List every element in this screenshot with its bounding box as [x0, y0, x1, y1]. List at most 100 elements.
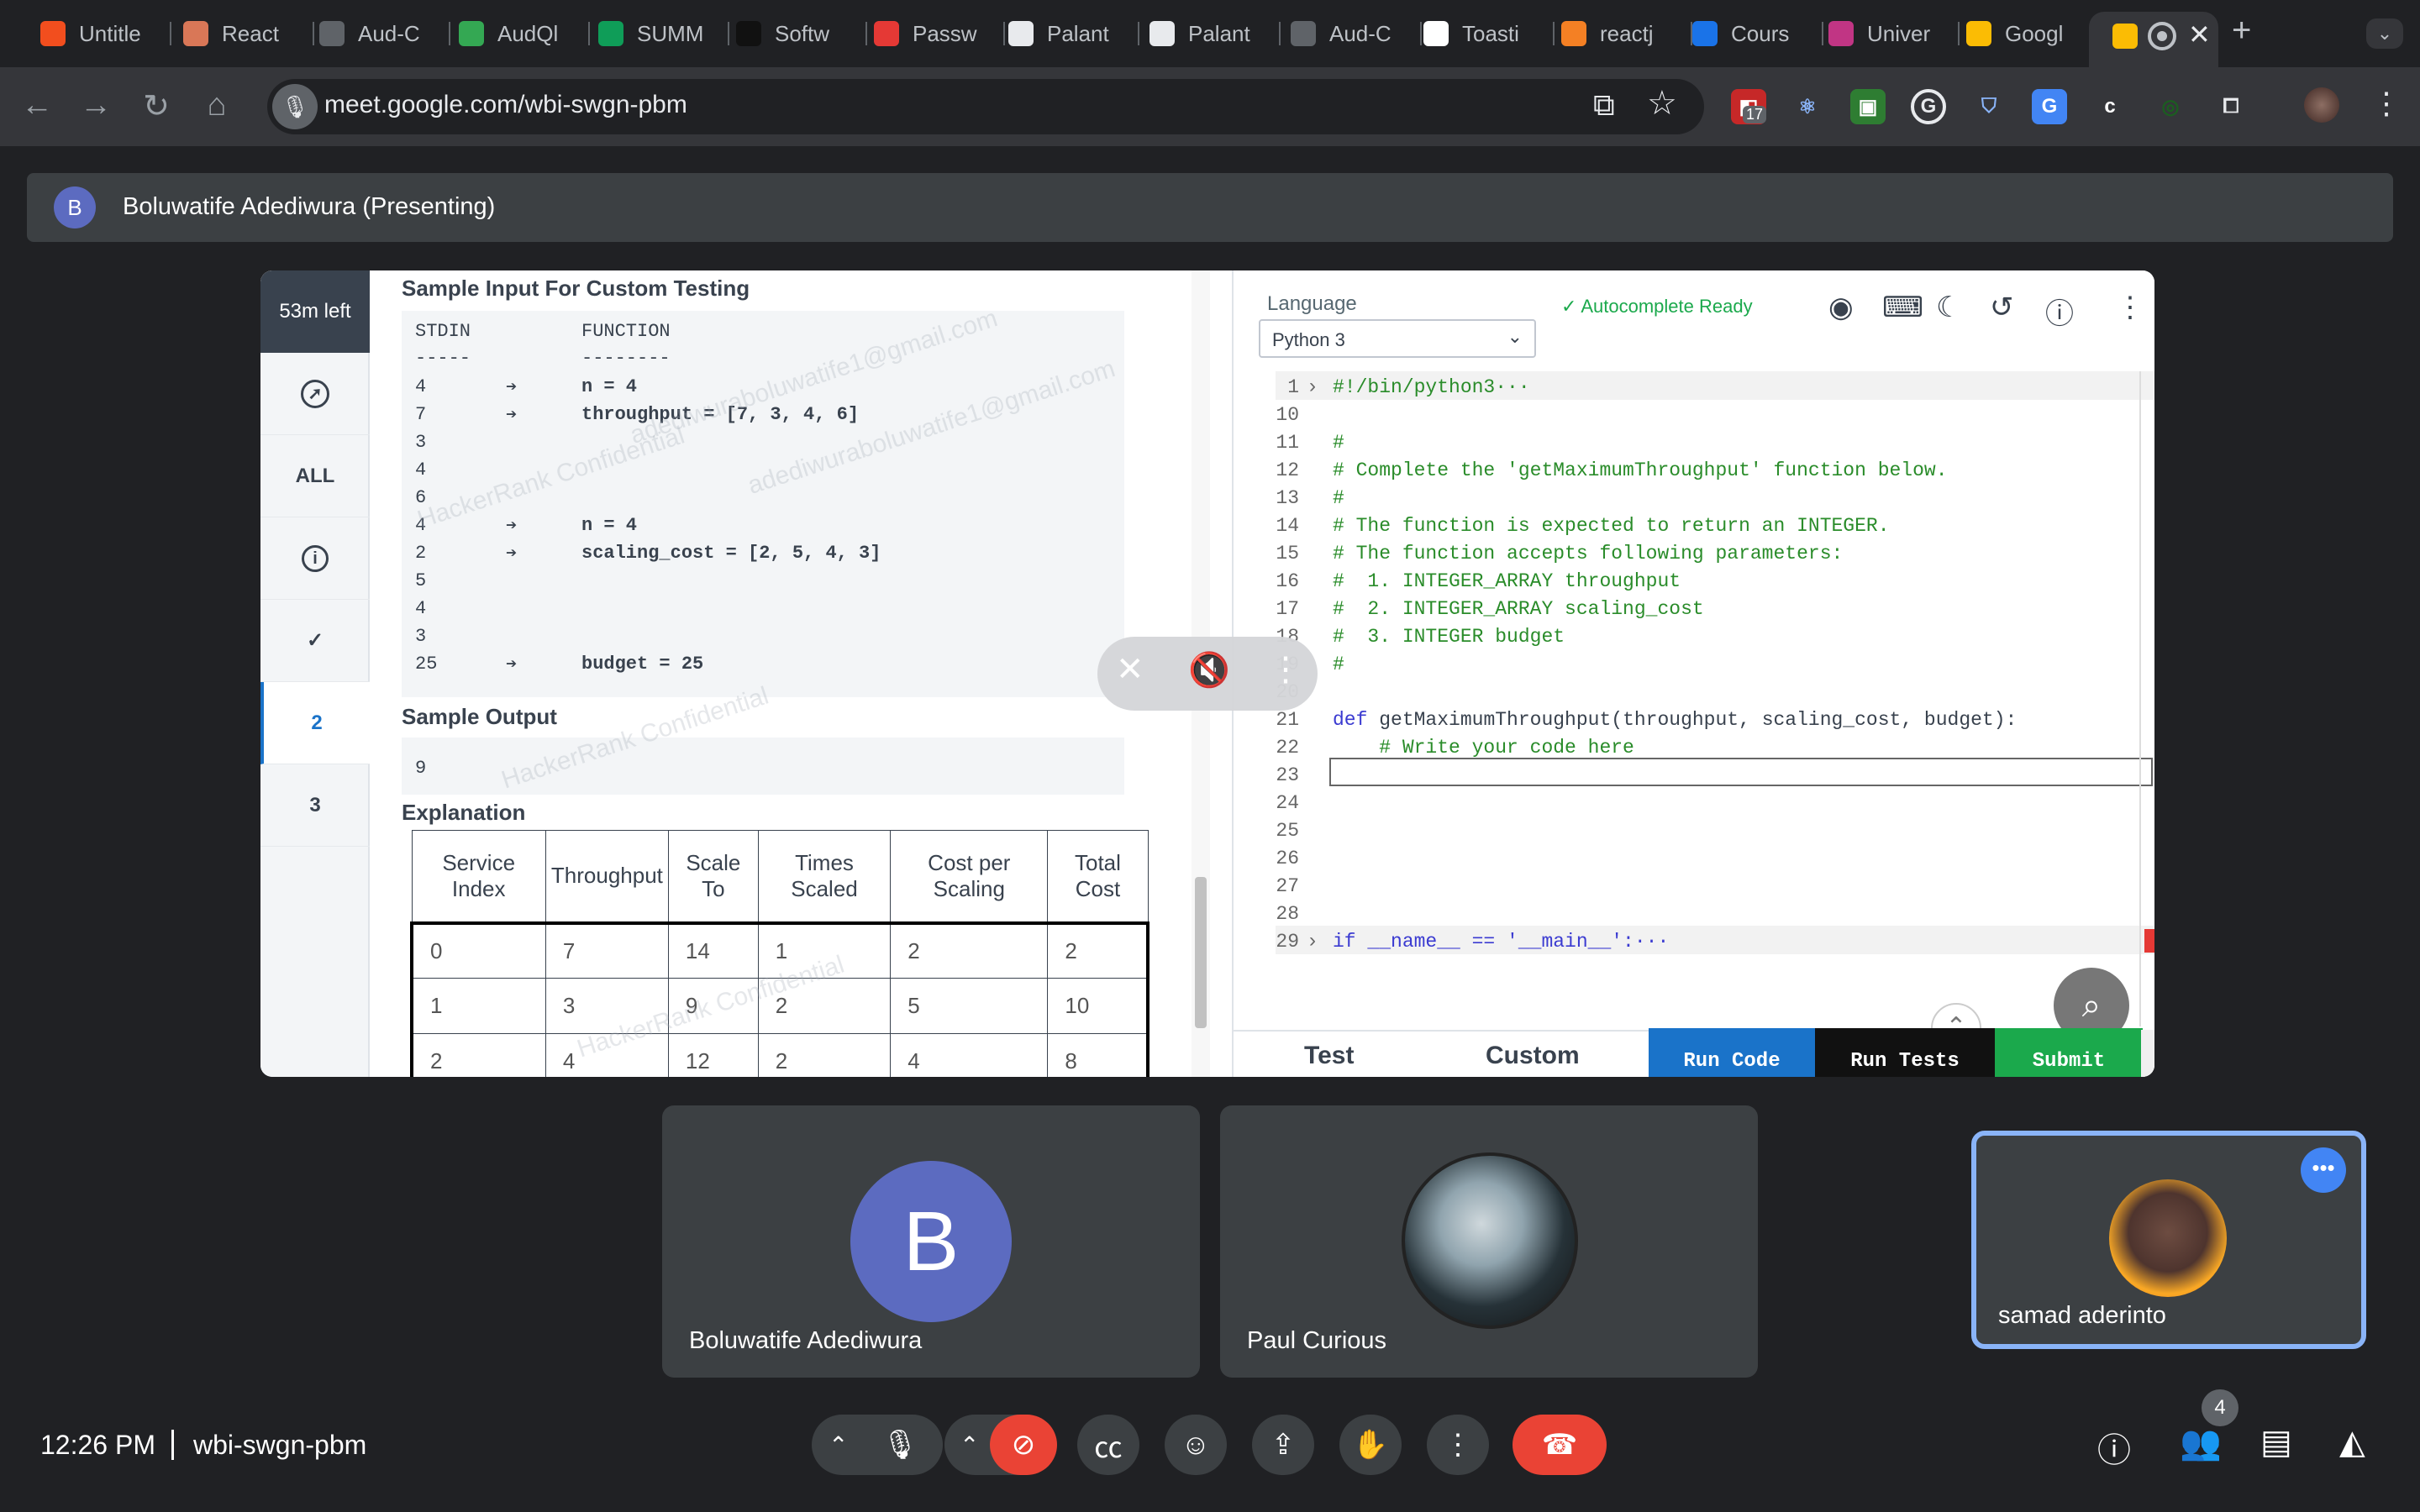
code-line[interactable]: # — [1333, 654, 1344, 675]
meeting-info-icon[interactable]: ⓘ — [2097, 1423, 2131, 1472]
fold-chevron-icon[interactable]: › — [1309, 929, 1316, 953]
active-line-cursor[interactable] — [1329, 758, 2153, 786]
eye-icon[interactable]: ◉ — [1828, 291, 1854, 324]
browser-tab[interactable]: Cours — [1692, 12, 1823, 55]
tab-custom[interactable]: Custom — [1486, 1042, 1580, 1070]
run-code-button[interactable]: Run Code — [1649, 1028, 1815, 1077]
browser-tab[interactable]: Untitle — [40, 12, 171, 55]
code-line[interactable]: # 3. INTEGER budget — [1333, 626, 1565, 648]
react-devtools-icon[interactable]: ⚛ — [1790, 89, 1825, 124]
reload-icon[interactable]: ↻ — [136, 87, 176, 125]
browser-tab[interactable]: Passw — [874, 12, 1005, 55]
hang-up-icon[interactable]: ☎ — [1512, 1415, 1607, 1475]
sidebar-item-all[interactable]: ALL — [260, 435, 370, 517]
line-number: 26 — [1276, 848, 1299, 869]
code-line[interactable]: # — [1333, 432, 1344, 454]
browser-menu-icon[interactable]: ⋮ — [2371, 86, 2402, 121]
captions-icon[interactable]: ㏄ — [1077, 1415, 1139, 1475]
browser-tab[interactable]: Palant — [1150, 12, 1281, 55]
browser-tab[interactable]: React — [183, 12, 314, 55]
more-options-icon[interactable]: ••• — [2301, 1147, 2346, 1193]
more-options-icon[interactable]: ⋮ — [2116, 291, 2144, 324]
browser-tab[interactable]: Aud-C — [1291, 12, 1422, 55]
extension-icon[interactable]: ◎ — [2153, 89, 2188, 124]
activities-icon[interactable]: ◭ — [2339, 1423, 2365, 1462]
browser-tab[interactable]: SUMM — [598, 12, 729, 55]
forward-icon[interactable]: → — [76, 87, 116, 123]
participant-avatar: B — [850, 1161, 1012, 1322]
tab-test[interactable]: Test — [1304, 1042, 1354, 1070]
code-line[interactable]: # 2. INTEGER_ARRAY scaling_cost — [1333, 598, 1704, 620]
code-line[interactable]: # 1. INTEGER_ARRAY throughput — [1333, 570, 1681, 592]
code-line[interactable]: #!/bin/python3··· — [1333, 376, 1530, 398]
code-line[interactable]: # The function is expected to return an … — [1333, 515, 1890, 537]
new-tab-button[interactable]: + — [2232, 12, 2251, 50]
extensions-puzzle-icon[interactable]: ⧠ — [2213, 89, 2249, 124]
browser-tab[interactable]: Softw — [736, 12, 867, 55]
browser-tab-label: Cours — [1731, 20, 1790, 46]
browser-tab[interactable]: Googl — [1966, 12, 2097, 55]
browser-tab[interactable]: Toasti — [1423, 12, 1555, 55]
code-line[interactable]: if __name__ == '__main__':··· — [1333, 931, 1669, 953]
function-line: n = 4 — [581, 515, 638, 536]
sidebar-item-2[interactable]: 2 — [260, 682, 370, 764]
more-options-icon[interactable]: ⋮ — [1427, 1415, 1489, 1475]
browser-tab[interactable]: AudQl — [459, 12, 590, 55]
present-screen-icon[interactable]: ⇪ — [1252, 1415, 1314, 1475]
browser-tab[interactable]: Palant — [1008, 12, 1139, 55]
check-icon[interactable]: ✓ — [260, 600, 370, 682]
table-cell: 4 — [890, 1033, 1049, 1077]
info-icon[interactable]: i — [260, 517, 370, 600]
code-line[interactable]: # Complete the 'getMaximumThroughput' fu… — [1333, 459, 1948, 481]
editor-margin-line — [2139, 371, 2141, 1026]
sidebar-item-3[interactable]: 3 — [260, 764, 370, 847]
translate-icon[interactable]: G — [2032, 89, 2067, 124]
chat-icon[interactable]: ▤ — [2260, 1423, 2292, 1462]
profile-avatar[interactable] — [2304, 87, 2339, 123]
bookmark-star-icon[interactable]: ☆ — [1647, 84, 1677, 123]
line-number: 1 — [1287, 376, 1299, 398]
emoji-icon[interactable]: ☺ — [1165, 1415, 1227, 1475]
language-select[interactable]: Python 3 ⌄ — [1259, 319, 1536, 358]
open-in-app-icon[interactable]: ⧉ — [1593, 87, 1615, 123]
submit-button[interactable]: Submit — [1995, 1028, 2143, 1077]
code-line[interactable]: # Write your code here — [1333, 737, 1634, 759]
moon-icon[interactable]: ☾ — [1936, 291, 1961, 324]
tab-search-button[interactable]: ⌄ — [2366, 18, 2403, 49]
fold-chevron-icon[interactable]: › — [1309, 375, 1316, 398]
participant-avatar — [2109, 1179, 2227, 1297]
code-line[interactable]: # The function accepts following paramet… — [1333, 543, 1843, 564]
browser-tab[interactable]: Univer — [1828, 12, 1960, 55]
mute-audio-icon[interactable]: 🔇 — [1188, 650, 1230, 690]
more-options-icon[interactable]: ⋮ — [1269, 650, 1302, 689]
code-line[interactable]: def getMaximumThroughput(throughput, sca… — [1333, 709, 2017, 731]
editor-scrollbar[interactable] — [2141, 1030, 2154, 1077]
browser-tab[interactable]: Aud-C — [319, 12, 450, 55]
mic-site-icon[interactable]: 🎙 — [272, 84, 318, 129]
audio-settings-button[interactable]: ⌃ 🎙 — [812, 1415, 943, 1475]
chevron-up-icon: ⌃ — [829, 1431, 849, 1458]
history-icon[interactable]: ↺ — [1990, 291, 2014, 324]
back-icon[interactable]: ← — [17, 87, 57, 123]
close-tab-icon[interactable]: ✕ — [2188, 18, 2211, 50]
help-icon[interactable]: ⓘ — [2045, 291, 2074, 332]
problem-scroll-thumb[interactable] — [1195, 877, 1207, 1028]
url-text[interactable]: meet.google.com/wbi-swgn-pbm — [324, 91, 687, 119]
shield-icon[interactable]: ⛉ — [1971, 89, 2007, 124]
people-icon[interactable]: 👥 — [2180, 1423, 2222, 1462]
language-value: Python 3 — [1272, 329, 1345, 350]
grammarly-icon[interactable]: G — [1911, 89, 1946, 124]
camera-off-icon[interactable]: ⊘ — [990, 1415, 1057, 1475]
extension-icon[interactable]: c — [2092, 89, 2128, 124]
raise-hand-icon[interactable]: ✋ — [1339, 1415, 1402, 1475]
run-tests-button[interactable]: Run Tests — [1815, 1028, 1995, 1077]
compass-icon[interactable]: ➚ — [260, 353, 370, 435]
keyboard-icon[interactable]: ⌨ — [1882, 291, 1923, 324]
unpin-icon[interactable]: ✕ — [1116, 650, 1144, 689]
active-tab[interactable]: ✕ — [2089, 12, 2218, 67]
code-line[interactable]: # — [1333, 487, 1344, 509]
autocomplete-label: Autocomplete Ready — [1581, 296, 1753, 317]
extension-icon[interactable]: ▣ — [1850, 89, 1886, 124]
home-icon[interactable]: ⌂ — [197, 87, 237, 123]
browser-tab[interactable]: reactj — [1561, 12, 1692, 55]
